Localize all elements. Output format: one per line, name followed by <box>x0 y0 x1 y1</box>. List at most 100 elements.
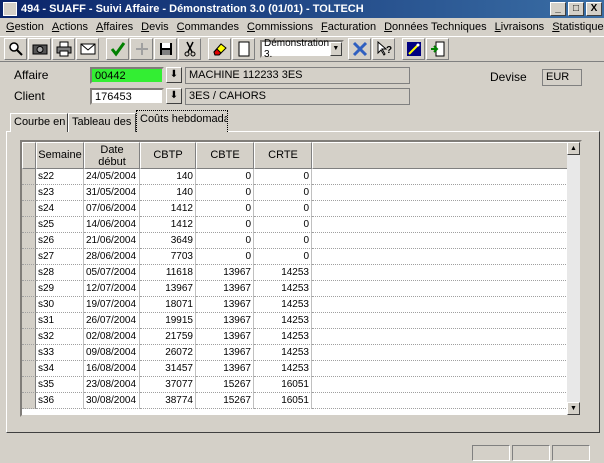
table-cell[interactable]: 14253 <box>254 297 312 313</box>
row-selector[interactable] <box>22 217 36 233</box>
table-cell[interactable]: 21/06/2004 <box>84 233 140 249</box>
table-cell[interactable]: s31 <box>36 313 84 329</box>
disabled-button[interactable] <box>130 38 153 60</box>
row-selector[interactable] <box>22 249 36 265</box>
menu-commandes[interactable]: Commandes <box>173 21 243 33</box>
table-cell[interactable]: 11618 <box>140 265 196 281</box>
table-row[interactable]: s32 02/08/2004 21759 13967 14253 <box>22 329 574 345</box>
table-cell[interactable]: 0 <box>196 217 254 233</box>
table-cell[interactable]: 0 <box>196 249 254 265</box>
table-row[interactable]: s23 31/05/2004 140 0 0 <box>22 185 574 201</box>
row-selector[interactable] <box>22 361 36 377</box>
table-cell[interactable]: 0 <box>196 233 254 249</box>
table-cell[interactable]: 15267 <box>196 377 254 393</box>
table-cell[interactable]: 7703 <box>140 249 196 265</box>
table-cell[interactable]: s29 <box>36 281 84 297</box>
table-cell[interactable]: 26/07/2004 <box>84 313 140 329</box>
table-cell[interactable]: s28 <box>36 265 84 281</box>
row-selector[interactable] <box>22 329 36 345</box>
table-cell[interactable]: s34 <box>36 361 84 377</box>
table-row[interactable]: s29 12/07/2004 13967 13967 14253 <box>22 281 574 297</box>
table-cell[interactable]: 16/08/2004 <box>84 361 140 377</box>
validate-button[interactable] <box>106 38 129 60</box>
table-cell[interactable]: 38774 <box>140 393 196 409</box>
table-cell[interactable]: 0 <box>196 201 254 217</box>
tab-couts-hebdomadaires[interactable]: Coûts hebdomadaires <box>136 110 228 132</box>
table-row[interactable]: s31 26/07/2004 19915 13967 14253 <box>22 313 574 329</box>
help-button[interactable]: ? <box>372 38 395 60</box>
row-selector[interactable] <box>22 185 36 201</box>
header-semaine[interactable]: Semaine <box>36 142 84 169</box>
table-cell[interactable]: 18071 <box>140 297 196 313</box>
table-cell[interactable]: 13967 <box>196 281 254 297</box>
table-cell[interactable]: s33 <box>36 345 84 361</box>
tab-tableau-des-of[interactable]: Tableau des OF <box>68 113 136 132</box>
table-cell[interactable]: 21759 <box>140 329 196 345</box>
menu-affaires[interactable]: Affaires <box>92 21 137 33</box>
header-cbte[interactable]: CBTE <box>196 142 254 169</box>
table-cell[interactable]: s24 <box>36 201 84 217</box>
table-cell[interactable]: 14253 <box>254 281 312 297</box>
tab-courbe-en-s[interactable]: Courbe en S <box>10 113 68 132</box>
table-cell[interactable]: 19/07/2004 <box>84 297 140 313</box>
table-cell[interactable]: s27 <box>36 249 84 265</box>
wizard-button[interactable] <box>402 38 425 60</box>
table-cell[interactable]: 37077 <box>140 377 196 393</box>
table-row[interactable]: s33 09/08/2004 26072 13967 14253 <box>22 345 574 361</box>
table-cell[interactable]: 0 <box>254 233 312 249</box>
table-cell[interactable]: 14253 <box>254 265 312 281</box>
table-cell[interactable]: 19915 <box>140 313 196 329</box>
row-selector[interactable] <box>22 393 36 409</box>
save-button[interactable] <box>154 38 177 60</box>
table-cell[interactable]: 12/07/2004 <box>84 281 140 297</box>
row-selector[interactable] <box>22 201 36 217</box>
row-selector[interactable] <box>22 265 36 281</box>
table-cell[interactable]: s26 <box>36 233 84 249</box>
menu-donnees-techniques[interactable]: Données Techniques <box>380 21 491 33</box>
table-cell[interactable]: 14/06/2004 <box>84 217 140 233</box>
maximize-button[interactable]: □ <box>568 2 584 16</box>
mail-button[interactable] <box>76 38 99 60</box>
table-cell[interactable]: 31/05/2004 <box>84 185 140 201</box>
affaire-lookup-button[interactable]: ⬇ <box>166 67 182 83</box>
row-selector[interactable] <box>22 281 36 297</box>
table-cell[interactable]: 23/08/2004 <box>84 377 140 393</box>
table-cell[interactable]: 28/06/2004 <box>84 249 140 265</box>
table-cell[interactable]: 0 <box>254 249 312 265</box>
scan-button[interactable] <box>28 38 51 60</box>
row-selector[interactable] <box>22 345 36 361</box>
client-lookup-button[interactable]: ⬇ <box>166 88 182 104</box>
table-row[interactable]: s36 30/08/2004 38774 15267 16051 <box>22 393 574 409</box>
row-selector[interactable] <box>22 169 36 185</box>
table-cell[interactable]: 13967 <box>196 329 254 345</box>
table-cell[interactable]: 30/08/2004 <box>84 393 140 409</box>
table-cell[interactable]: 14253 <box>254 329 312 345</box>
table-cell[interactable]: s35 <box>36 377 84 393</box>
table-row[interactable]: s24 07/06/2004 1412 0 0 <box>22 201 574 217</box>
vertical-scrollbar[interactable]: ▲ ▼ <box>567 142 580 415</box>
table-cell[interactable]: 14253 <box>254 313 312 329</box>
row-selector[interactable] <box>22 377 36 393</box>
header-date-debut[interactable]: Date début <box>84 142 140 169</box>
table-cell[interactable]: 02/08/2004 <box>84 329 140 345</box>
table-cell[interactable]: 0 <box>254 169 312 185</box>
table-cell[interactable]: s25 <box>36 217 84 233</box>
exit-button[interactable] <box>426 38 449 60</box>
table-cell[interactable]: 13967 <box>196 361 254 377</box>
table-cell[interactable]: 0 <box>196 169 254 185</box>
client-input[interactable]: 176453 <box>90 88 164 105</box>
table-row[interactable]: s35 23/08/2004 37077 15267 16051 <box>22 377 574 393</box>
table-cell[interactable]: 13967 <box>196 313 254 329</box>
table-cell[interactable]: 09/08/2004 <box>84 345 140 361</box>
row-selector[interactable] <box>22 233 36 249</box>
table-cell[interactable]: 13967 <box>196 297 254 313</box>
table-cell[interactable]: 16051 <box>254 393 312 409</box>
company-select[interactable]: Démonstration 3. ▼ <box>260 38 344 60</box>
table-cell[interactable]: 140 <box>140 169 196 185</box>
table-cell[interactable]: s32 <box>36 329 84 345</box>
menu-actions[interactable]: Actions <box>48 21 92 33</box>
header-crte[interactable]: CRTE <box>254 142 312 169</box>
table-cell[interactable]: 07/06/2004 <box>84 201 140 217</box>
table-cell[interactable]: 13967 <box>140 281 196 297</box>
table-row[interactable]: s30 19/07/2004 18071 13967 14253 <box>22 297 574 313</box>
